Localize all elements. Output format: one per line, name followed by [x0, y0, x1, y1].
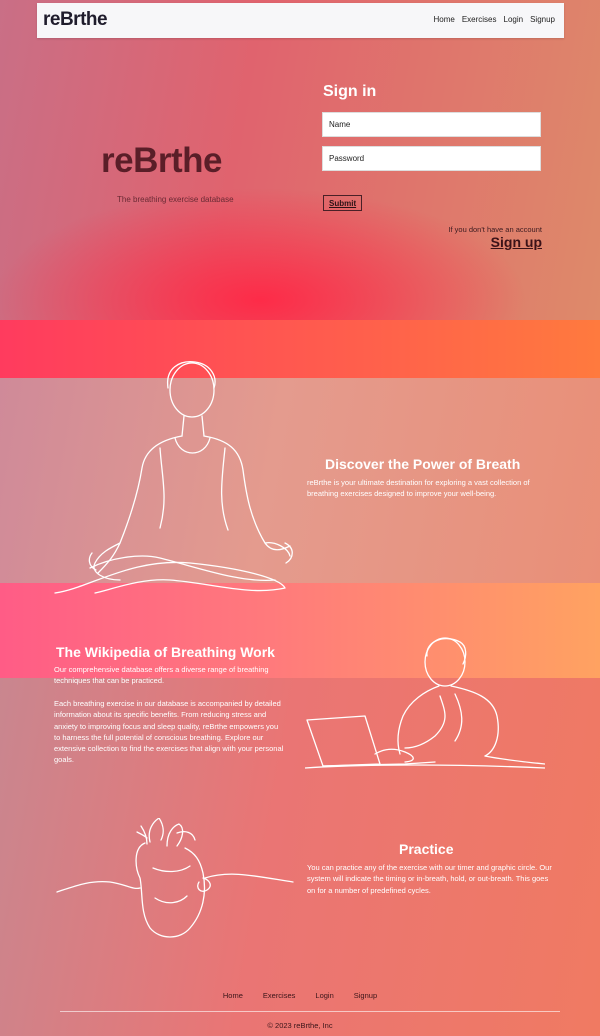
- nav-logo[interactable]: reBrthe: [43, 9, 108, 31]
- footer-link-login[interactable]: Login: [315, 991, 333, 1000]
- hero-brand: reBrthe: [101, 141, 222, 180]
- footer-copyright: © 2023 reBrthe, Inc: [267, 1021, 333, 1030]
- heart-icon: [56, 818, 294, 938]
- footer-link-signup[interactable]: Signup: [354, 991, 377, 1000]
- password-input[interactable]: [322, 146, 541, 171]
- nav-links: Home Exercises Login Signup: [433, 15, 555, 24]
- footer-link-home[interactable]: Home: [223, 991, 243, 1000]
- wikipedia-text-intro: Our comprehensive database offers a dive…: [54, 665, 269, 686]
- discover-text: reBrthe is your ultimate destination for…: [307, 478, 530, 499]
- practice-title: Practice: [399, 841, 454, 857]
- account-note: If you don't have an account: [448, 225, 542, 234]
- footer-link-exercises[interactable]: Exercises: [263, 991, 296, 1000]
- top-navbar: reBrthe Home Exercises Login Signup: [37, 3, 564, 38]
- nav-link-signup[interactable]: Signup: [530, 15, 555, 24]
- submit-button[interactable]: Submit: [323, 195, 363, 211]
- nav-link-home[interactable]: Home: [433, 15, 454, 24]
- hero-tagline: The breathing exercise database: [117, 195, 234, 204]
- nav-link-login[interactable]: Login: [504, 15, 524, 24]
- footer-divider: [60, 1011, 560, 1012]
- footer-links: Home Exercises Login Signup: [0, 991, 600, 1000]
- wikipedia-title: The Wikipedia of Breathing Work: [56, 644, 275, 660]
- meditation-figure-icon: [54, 361, 293, 594]
- practice-text: You can practice any of the exercise wit…: [307, 863, 552, 895]
- discover-title: Discover the Power of Breath: [325, 456, 521, 472]
- wikipedia-text-detail: Each breathing exercise in our database …: [54, 699, 284, 765]
- signin-title: Sign in: [323, 83, 377, 100]
- name-input[interactable]: [322, 112, 541, 137]
- signup-link[interactable]: Sign up: [491, 234, 542, 250]
- nav-link-exercises[interactable]: Exercises: [462, 15, 497, 24]
- laptop-person-icon: [305, 637, 545, 769]
